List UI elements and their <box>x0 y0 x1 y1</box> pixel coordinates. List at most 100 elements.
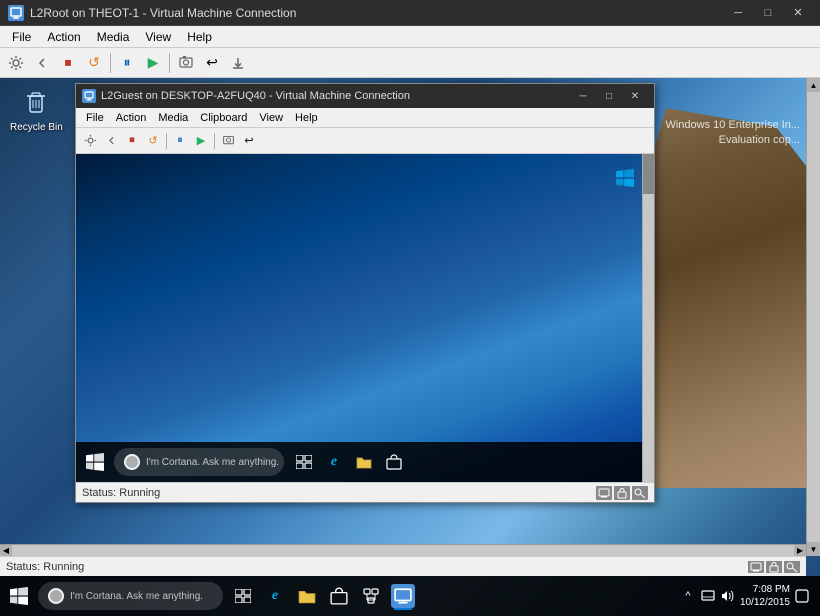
recycle-bin-label: Recycle Bin <box>10 122 63 133</box>
inner-status-text: Status: Running <box>82 487 160 499</box>
outer-status-monitor-icon <box>748 561 764 573</box>
inner-menu-view[interactable]: View <box>253 108 289 128</box>
outer-status-text: Status: Running <box>6 561 84 573</box>
tray-time-value: 7:08 PM <box>740 583 790 596</box>
inner-toolbar-back-btn[interactable] <box>101 131 121 151</box>
outer-task-view-icon[interactable] <box>231 584 255 608</box>
outer-minimize-button[interactable]: ─ <box>724 3 752 23</box>
outer-taskbar: I'm Cortana. Ask me anything. e ^ <box>0 576 820 616</box>
outer-menu-view[interactable]: View <box>137 26 179 48</box>
recycle-bin-icon <box>20 88 52 120</box>
outer-toolbar-snapshot-btn[interactable] <box>174 51 198 75</box>
outer-toolbar: ⏹ ↺ ⏸ ▶ ↩ <box>0 48 820 78</box>
tray-clock[interactable]: 7:08 PM 10/12/2015 <box>740 583 790 609</box>
inner-taskbar-icons: e <box>292 450 406 474</box>
inner-toolbar-stop-btn[interactable]: ⏹ <box>122 131 142 151</box>
inner-menu-bar: File Action Media Clipboard View Help <box>76 108 654 128</box>
outer-toolbar-download-btn[interactable] <box>226 51 250 75</box>
inner-status-lock-icon <box>614 486 630 500</box>
inner-vm-window: L2Guest on DESKTOP-A2FUQ40 - Virtual Mac… <box>75 83 655 503</box>
outer-taskbar-icons: e <box>231 584 415 608</box>
outer-toolbar-stop-btn[interactable]: ⏹ <box>56 51 80 75</box>
inner-search-text: I'm Cortana. Ask me anything. <box>146 457 279 468</box>
tray-notification-icon[interactable] <box>794 588 810 604</box>
outer-status-key-icon <box>784 561 800 573</box>
system-tray: ^ 7:08 PM 10/12/2015 <box>680 583 816 609</box>
outer-folder-icon[interactable] <box>295 584 319 608</box>
outer-status-bar: Status: Running <box>0 556 806 576</box>
inner-menu-action[interactable]: Action <box>110 108 153 128</box>
win10-branding: Windows 10 Enterprise In... Evaluation c… <box>665 118 800 149</box>
tray-date-value: 10/12/2015 <box>740 596 790 609</box>
inner-toolbar-play-btn[interactable]: ▶ <box>191 131 211 151</box>
inner-toolbar: ⏹ ↺ ⏸ ▶ ↩ <box>76 128 654 154</box>
outer-toolbar-reset-btn[interactable]: ↺ <box>82 51 106 75</box>
scroll-left-arrow[interactable]: ◀ <box>0 545 12 556</box>
inner-title-bar: L2Guest on DESKTOP-A2FUQ40 - Virtual Mac… <box>76 84 654 108</box>
inner-status-bar: Status: Running <box>76 482 654 502</box>
inner-vm-icon <box>82 89 96 103</box>
inner-toolbar-pause-btn[interactable]: ⏸ <box>170 131 190 151</box>
scroll-right-arrow[interactable]: ▶ <box>794 545 806 556</box>
outer-edge-icon[interactable]: e <box>263 584 287 608</box>
outer-store-icon[interactable] <box>327 584 351 608</box>
inner-task-view-icon[interactable] <box>292 450 316 474</box>
inner-vm-content: I'm Cortana. Ask me anything. e <box>76 154 654 482</box>
inner-windows-logo <box>616 169 634 190</box>
inner-edge-icon[interactable]: e <box>322 450 346 474</box>
outer-restore-button[interactable]: □ <box>754 3 782 23</box>
inner-taskbar: I'm Cortana. Ask me anything. e <box>76 442 654 482</box>
outer-toolbar-revert-btn[interactable]: ↩ <box>200 51 224 75</box>
outer-status-icons <box>748 561 800 573</box>
outer-network-icon[interactable] <box>359 584 383 608</box>
inner-wallpaper <box>76 154 654 482</box>
outer-menu-help[interactable]: Help <box>179 26 220 48</box>
inner-cortana-search[interactable]: I'm Cortana. Ask me anything. <box>114 448 284 476</box>
inner-minimize-button[interactable]: ─ <box>570 87 596 105</box>
inner-toolbar-reset-btn[interactable]: ↺ <box>143 131 163 151</box>
outer-toolbar-settings-btn[interactable] <box>4 51 28 75</box>
outer-menu-media[interactable]: Media <box>89 26 138 48</box>
outer-menu-bar: File Action Media View Help <box>0 26 820 48</box>
inner-toolbar-settings-btn[interactable] <box>80 131 100 151</box>
outer-status-lock-icon <box>766 561 782 573</box>
outer-title-text: L2Root on THEOT-1 - Virtual Machine Conn… <box>30 6 724 20</box>
inner-start-button[interactable] <box>80 447 110 477</box>
outer-search-text: I'm Cortana. Ask me anything. <box>70 591 203 602</box>
inner-menu-media[interactable]: Media <box>152 108 194 128</box>
recycle-bin[interactable]: Recycle Bin <box>10 88 63 133</box>
outer-start-button[interactable] <box>4 581 34 611</box>
inner-menu-file[interactable]: File <box>80 108 110 128</box>
inner-menu-help[interactable]: Help <box>289 108 324 128</box>
inner-store-icon[interactable] <box>382 450 406 474</box>
inner-status-key-icon <box>632 486 648 500</box>
outer-scrollbar-right[interactable]: ▲ ▼ <box>806 78 820 556</box>
inner-window-controls: ─ □ ✕ <box>570 87 648 105</box>
inner-restore-button[interactable]: □ <box>596 87 622 105</box>
scroll-down-arrow[interactable]: ▼ <box>807 542 820 556</box>
inner-scroll-thumb <box>643 154 654 194</box>
outer-menu-file[interactable]: File <box>4 26 39 48</box>
inner-scrollbar-right[interactable] <box>642 154 654 482</box>
inner-folder-icon[interactable] <box>352 450 376 474</box>
outer-vm-taskbar-icon[interactable] <box>391 584 415 608</box>
outer-scrollbar-bottom[interactable]: ◀ ▶ <box>0 544 806 556</box>
inner-close-button[interactable]: ✕ <box>622 87 648 105</box>
outer-toolbar-back-btn[interactable] <box>30 51 54 75</box>
outer-vm-icon <box>8 5 24 21</box>
outer-desktop: Windows 10 Enterprise In... Evaluation c… <box>0 78 820 616</box>
outer-menu-action[interactable]: Action <box>39 26 88 48</box>
scroll-up-arrow[interactable]: ▲ <box>807 78 820 92</box>
tray-volume-icon[interactable] <box>720 588 736 604</box>
inner-status-icons <box>596 486 648 500</box>
outer-cortana-search[interactable]: I'm Cortana. Ask me anything. <box>38 582 223 610</box>
outer-toolbar-pause-btn[interactable]: ⏸ <box>115 51 139 75</box>
outer-toolbar-play-btn[interactable]: ▶ <box>141 51 165 75</box>
tray-chevron-icon[interactable]: ^ <box>680 588 696 604</box>
inner-toolbar-revert-btn[interactable]: ↩ <box>239 131 259 151</box>
inner-toolbar-snapshot-btn[interactable] <box>218 131 238 151</box>
outer-close-button[interactable]: ✕ <box>784 3 812 23</box>
inner-menu-clipboard[interactable]: Clipboard <box>194 108 253 128</box>
tray-network-icon[interactable] <box>700 588 716 604</box>
inner-status-monitor-icon <box>596 486 612 500</box>
